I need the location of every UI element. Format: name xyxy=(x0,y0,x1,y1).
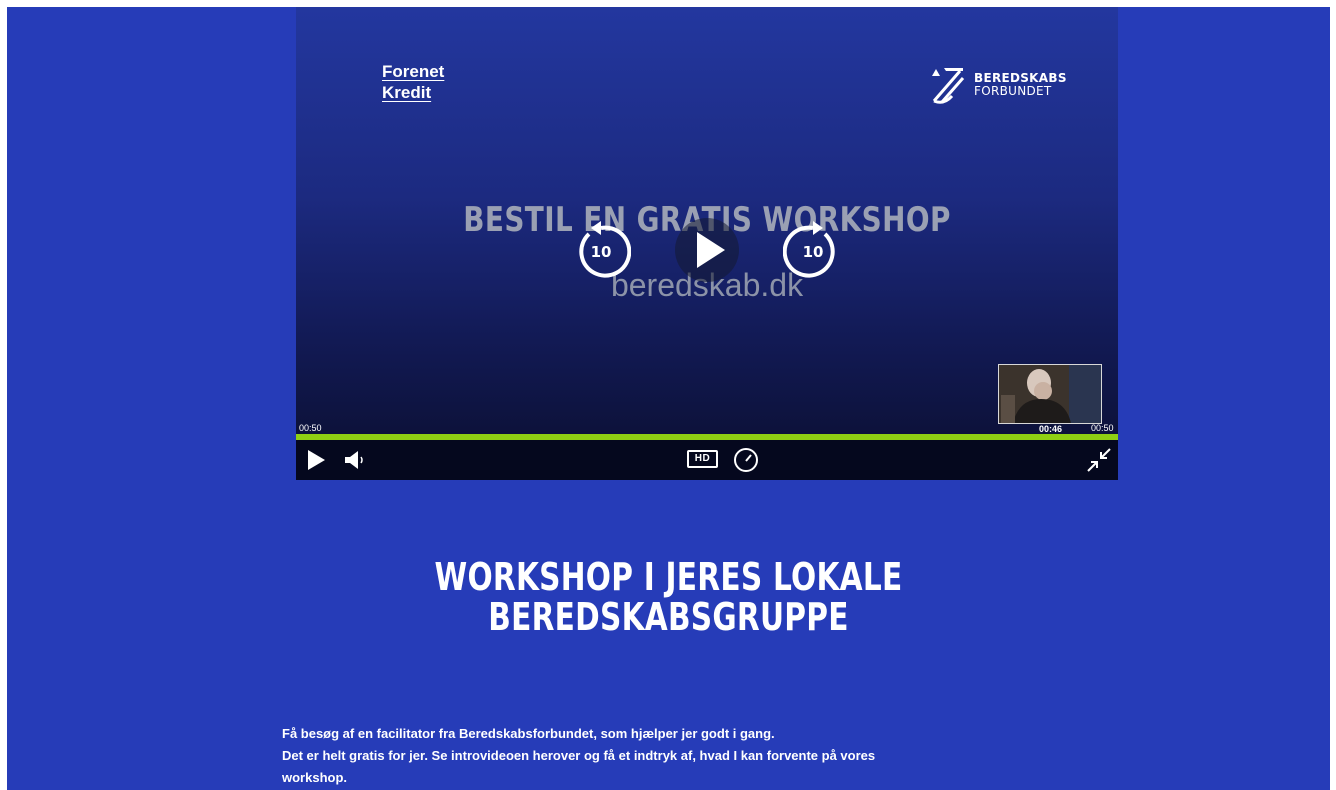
forward-10-icon: 10 xyxy=(782,221,835,278)
seek-preview-thumbnail xyxy=(998,364,1102,424)
skip-forward-label: 10 xyxy=(803,243,824,261)
collapse-arrows-icon xyxy=(1087,448,1111,472)
control-bar: HD xyxy=(296,440,1118,480)
intro-paragraph-1: Få besøg af en facilitator fra Beredskab… xyxy=(282,726,775,741)
play-icon xyxy=(308,450,325,470)
center-play-button[interactable] xyxy=(675,218,739,282)
section-heading: WORKSHOP I JERES LOKALE BEREDSKABSGRUPPE xyxy=(153,557,1185,637)
section-heading-line1: WORKSHOP I JERES LOKALE xyxy=(434,555,903,599)
volume-icon xyxy=(345,451,363,469)
logo-left-line1: Forenet xyxy=(382,62,445,81)
preview-person-image xyxy=(999,365,1101,423)
logo-right-line2: FORBUNDET xyxy=(974,84,1052,98)
beredskabsforbundet-logo: BEREDSKABS FORBUNDET xyxy=(930,65,1067,105)
speedometer-icon xyxy=(734,448,758,472)
skip-forward-button[interactable]: 10 xyxy=(782,220,843,280)
video-player[interactable]: Forenet Kredit BEREDSKABS FORBUNDET BEST… xyxy=(296,7,1118,480)
current-time-label: 00:50 xyxy=(299,423,322,433)
duration-label: 00:50 xyxy=(1091,423,1114,433)
skip-back-label: 10 xyxy=(591,243,612,261)
forenet-kredit-logo: Forenet Kredit xyxy=(382,61,444,103)
hover-time-label: 00:46 xyxy=(1039,424,1063,434)
hd-toggle-button[interactable]: HD xyxy=(687,450,718,468)
skip-back-button[interactable]: 10 xyxy=(571,220,632,280)
beredskabsforbundet-mark-icon xyxy=(932,68,965,104)
logo-left-line2: Kredit xyxy=(382,83,432,102)
intro-paragraph-2: Det er helt gratis for jer. Se introvide… xyxy=(282,748,876,785)
playback-speed-button[interactable] xyxy=(733,447,759,478)
exit-fullscreen-button[interactable] xyxy=(1086,447,1112,478)
page-background: Forenet Kredit BEREDSKABS FORBUNDET BEST… xyxy=(7,7,1330,790)
play-button[interactable] xyxy=(306,449,326,476)
rewind-10-icon: 10 xyxy=(579,221,632,278)
section-heading-line2: BEREDSKABSGRUPPE xyxy=(488,595,849,639)
play-icon xyxy=(697,232,725,268)
volume-button[interactable] xyxy=(344,449,368,476)
intro-text: Få besøg af en facilitator fra Beredskab… xyxy=(282,723,902,789)
